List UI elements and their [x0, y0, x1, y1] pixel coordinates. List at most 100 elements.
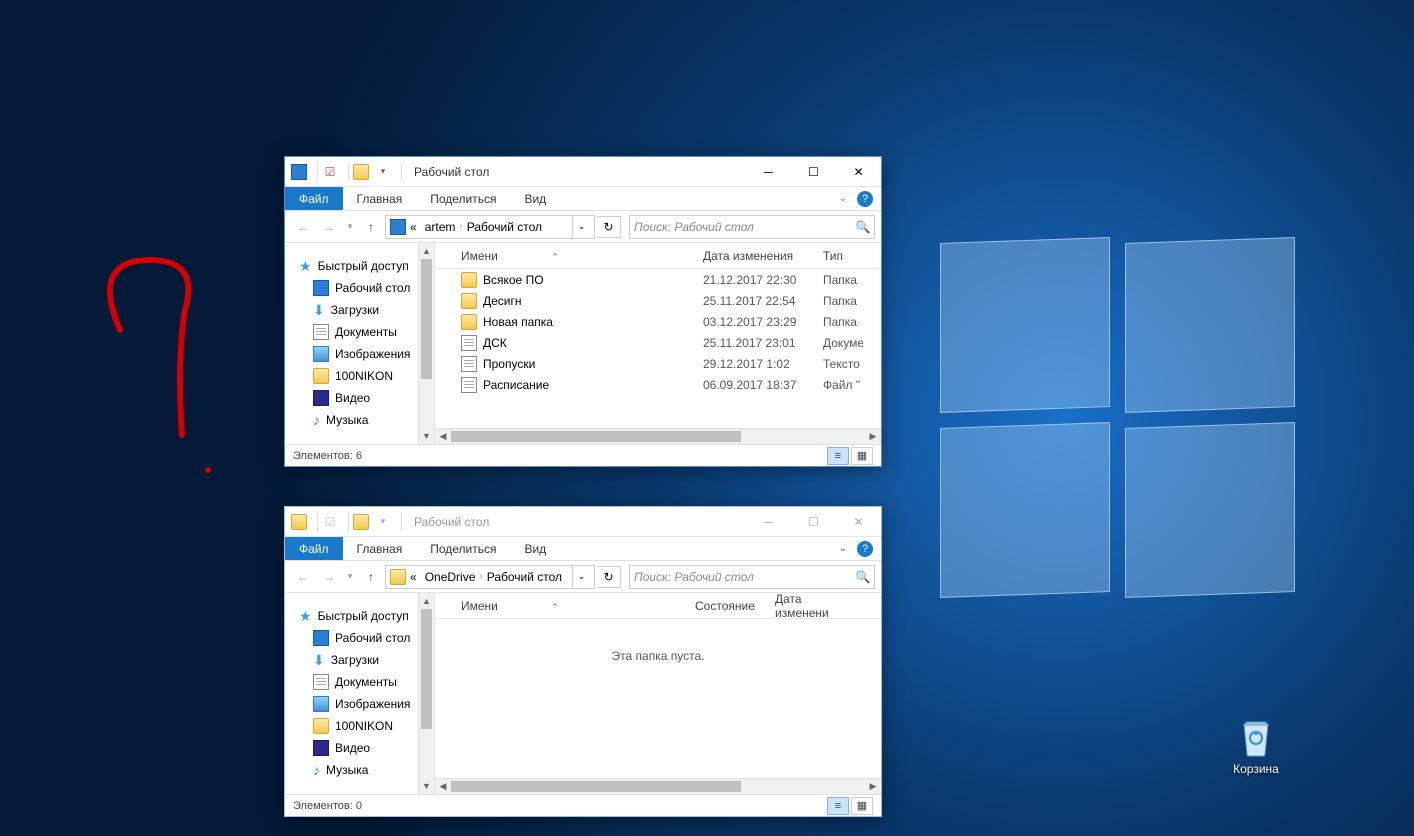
details-view-toggle[interactable]: ≡ — [827, 797, 849, 815]
file-list-pane: Имени ⌃ Дата изменения Тип Всякое ПО21.1… — [435, 243, 881, 444]
navigation-toolbar: ← → ▾ ↑ « artem › Рабочий стол ⌄ ↻ 🔍 — [285, 211, 881, 243]
titlebar[interactable]: ☑ ▾ Рабочий стол ─ ☐ ✕ — [285, 157, 881, 187]
recycle-bin-icon[interactable]: Корзина — [1218, 712, 1294, 776]
nav-scrollbar[interactable]: ▲ ▼ — [418, 593, 434, 794]
nav-scrollbar[interactable]: ▲ ▼ — [418, 243, 434, 444]
address-bar[interactable]: « OneDrive › Рабочий стол ⌄ — [385, 565, 595, 589]
nav-pictures[interactable]: Изображения📌 — [285, 693, 434, 715]
refresh-button[interactable]: ↻ — [597, 216, 621, 238]
recent-dropdown[interactable]: ▾ — [343, 565, 357, 589]
nav-100nikon[interactable]: 100NIKON — [285, 365, 434, 387]
qat-folder-icon[interactable] — [353, 514, 369, 530]
minimize-button[interactable]: ─ — [746, 507, 791, 536]
close-button[interactable]: ✕ — [836, 157, 881, 186]
nav-pictures[interactable]: Изображения📌 — [285, 343, 434, 365]
tab-file[interactable]: Файл — [285, 537, 343, 560]
nav-100nikon[interactable]: 100NIKON — [285, 715, 434, 737]
folder-app-icon — [291, 514, 307, 530]
column-date[interactable]: Дата изменени — [765, 593, 865, 620]
file-row[interactable]: Пропуски29.12.2017 1:02Тексто — [435, 353, 881, 374]
file-list[interactable]: Всякое ПО21.12.2017 22:30ПапкаДесигн25.1… — [435, 269, 881, 428]
maximize-button[interactable]: ☐ — [791, 157, 836, 186]
minimize-button[interactable]: ─ — [746, 157, 791, 186]
nav-music[interactable]: ♪Музыка — [285, 759, 434, 781]
back-button[interactable]: ← — [291, 215, 315, 239]
expand-ribbon-icon[interactable]: ⌄ — [839, 193, 847, 204]
explorer-window-1: ☑ ▾ Рабочий стол ─ ☐ ✕ Файл Главная Поде… — [284, 156, 882, 467]
tab-file[interactable]: Файл — [285, 187, 343, 210]
icons-view-toggle[interactable]: ▦ — [851, 797, 873, 815]
nav-video[interactable]: Видео — [285, 737, 434, 759]
details-view-toggle[interactable]: ≡ — [827, 447, 849, 465]
column-state[interactable]: Состояние — [685, 599, 765, 613]
address-dropdown-icon[interactable]: ⌄ — [572, 566, 590, 588]
search-box[interactable]: 🔍 — [629, 215, 875, 239]
help-icon[interactable]: ? — [857, 191, 873, 207]
breadcrumb-part-1[interactable]: artem — [421, 220, 460, 234]
search-box[interactable]: 🔍 — [629, 565, 875, 589]
file-list[interactable]: Эта папка пуста. — [435, 619, 881, 778]
qat-dropdown-icon[interactable]: ▾ — [375, 164, 391, 180]
maximize-button[interactable]: ☐ — [791, 507, 836, 536]
file-row[interactable]: ДСК25.11.2017 23:01Докуме — [435, 332, 881, 353]
address-dropdown-icon[interactable]: ⌄ — [572, 216, 590, 238]
file-row[interactable]: Десигн25.11.2017 22:54Папка — [435, 290, 881, 311]
breadcrumb-prefix[interactable]: « — [406, 570, 421, 584]
back-button[interactable]: ← — [291, 565, 315, 589]
tab-view[interactable]: Вид — [510, 187, 560, 210]
tab-share[interactable]: Поделиться — [416, 537, 510, 560]
nav-desktop[interactable]: Рабочий стол📌 — [285, 277, 434, 299]
column-name[interactable]: Имени ⌃ — [435, 599, 685, 613]
horizontal-scrollbar[interactable]: ◀▶ — [435, 778, 881, 794]
file-date: 03.12.2017 23:29 — [693, 315, 813, 329]
nav-documents[interactable]: Документы📌 — [285, 321, 434, 343]
breadcrumb-part-1[interactable]: OneDrive — [421, 570, 480, 584]
breadcrumb-prefix[interactable]: « — [406, 220, 421, 234]
titlebar[interactable]: ☑ ▾ Рабочий стол ─ ☐ ✕ — [285, 507, 881, 537]
qat-properties-icon[interactable]: ☑ — [322, 164, 338, 180]
up-button[interactable]: ↑ — [359, 215, 383, 239]
nav-documents[interactable]: Документы📌 — [285, 671, 434, 693]
recycle-bin-label: Корзина — [1218, 762, 1294, 776]
forward-button[interactable]: → — [317, 565, 341, 589]
file-name: Новая папка — [483, 315, 553, 329]
file-row[interactable]: Новая папка03.12.2017 23:29Папка — [435, 311, 881, 332]
search-icon[interactable]: 🔍 — [852, 220, 874, 234]
tab-home[interactable]: Главная — [343, 187, 417, 210]
horizontal-scrollbar[interactable]: ◀▶ — [435, 428, 881, 444]
breadcrumb-part-2[interactable]: Рабочий стол — [463, 220, 546, 234]
close-button[interactable]: ✕ — [836, 507, 881, 536]
nav-music[interactable]: ♪Музыка — [285, 409, 434, 431]
nav-desktop[interactable]: Рабочий стол📌 — [285, 627, 434, 649]
recent-dropdown[interactable]: ▾ — [343, 215, 357, 239]
icons-view-toggle[interactable]: ▦ — [851, 447, 873, 465]
qat-folder-icon[interactable] — [353, 164, 369, 180]
search-input[interactable] — [634, 216, 852, 238]
file-row[interactable]: Расписание06.09.2017 18:37Файл " — [435, 374, 881, 395]
tab-home[interactable]: Главная — [343, 537, 417, 560]
address-bar[interactable]: « artem › Рабочий стол ⌄ — [385, 215, 595, 239]
nav-video[interactable]: Видео — [285, 387, 434, 409]
qat-properties-icon[interactable]: ☑ — [322, 514, 338, 530]
nav-downloads[interactable]: ⬇Загрузки📌 — [285, 649, 434, 671]
breadcrumb-part-2[interactable]: Рабочий стол — [483, 570, 566, 584]
expand-ribbon-icon[interactable]: ⌄ — [839, 543, 847, 554]
help-icon[interactable]: ? — [857, 541, 873, 557]
nav-downloads[interactable]: ⬇Загрузки📌 — [285, 299, 434, 321]
tab-share[interactable]: Поделиться — [416, 187, 510, 210]
nav-quick-access[interactable]: ★Быстрый доступ — [285, 255, 434, 277]
up-button[interactable]: ↑ — [359, 565, 383, 589]
desktop-icon — [390, 219, 406, 235]
forward-button[interactable]: → — [317, 215, 341, 239]
file-row[interactable]: Всякое ПО21.12.2017 22:30Папка — [435, 269, 881, 290]
refresh-button[interactable]: ↻ — [597, 566, 621, 588]
nav-quick-access[interactable]: ★Быстрый доступ — [285, 605, 434, 627]
file-date: 29.12.2017 1:02 — [693, 357, 813, 371]
column-date[interactable]: Дата изменения — [693, 249, 813, 263]
tab-view[interactable]: Вид — [510, 537, 560, 560]
search-input[interactable] — [634, 566, 852, 588]
search-icon[interactable]: 🔍 — [852, 570, 874, 584]
column-type[interactable]: Тип — [813, 249, 863, 263]
qat-dropdown-icon[interactable]: ▾ — [375, 514, 391, 530]
column-name[interactable]: Имени ⌃ — [435, 249, 693, 263]
